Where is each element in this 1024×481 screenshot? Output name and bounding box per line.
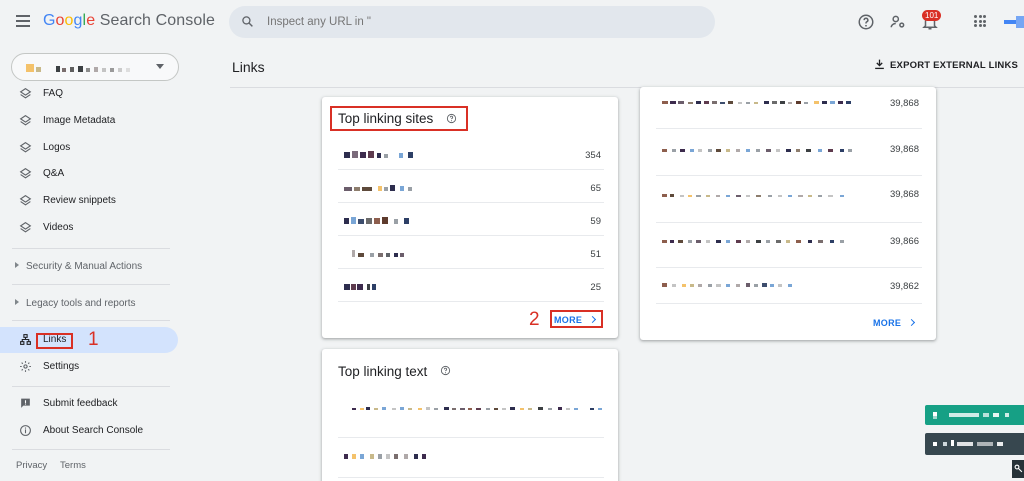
table-row[interactable]: 39,862 [656, 268, 922, 304]
sidebar-item-settings[interactable]: Settings [0, 354, 180, 380]
table-row[interactable]: 65 [338, 170, 604, 203]
table-row[interactable]: 39,868 [656, 129, 922, 176]
sidebar-divider [12, 284, 170, 285]
enhancement-layers-icon [19, 167, 32, 179]
sidebar-item-logos[interactable]: Logos [0, 135, 180, 161]
link-count: 51 [590, 249, 601, 260]
redacted-site [352, 250, 404, 257]
notification-count-badge: 101 [922, 10, 942, 21]
card-title: Top linking text [338, 364, 428, 379]
enhancement-layers-icon [19, 141, 32, 153]
redacted-anchor-text [344, 454, 426, 459]
link-count: 65 [590, 183, 601, 194]
redacted-anchor-text [352, 407, 602, 410]
link-count: 39,862 [889, 281, 919, 292]
help-icon[interactable] [857, 13, 875, 31]
manage-users-icon[interactable] [889, 13, 907, 31]
terms-link[interactable]: Terms [60, 460, 86, 471]
table-row[interactable]: 39,866 [656, 223, 922, 268]
redacted-page-url [662, 283, 792, 287]
table-row[interactable]: 39,868 [656, 87, 922, 129]
top-app-bar: Google Search Console 101 [0, 0, 1024, 46]
annotation-box-more [550, 310, 603, 328]
apps-icon[interactable] [974, 15, 986, 27]
chevron-down-icon [156, 64, 164, 69]
enhancement-layers-icon [19, 221, 32, 233]
sidebar-item-qa[interactable]: Q&A [0, 161, 180, 187]
chevron-right-icon [908, 318, 916, 327]
link-count: 39,866 [889, 236, 919, 247]
link-count: 354 [585, 150, 601, 161]
sidebar-divider [12, 386, 170, 387]
menu-icon[interactable] [16, 15, 30, 27]
top-linking-sites-card: Top linking sites 354 65 59 51 25 MORE 2 [322, 97, 618, 338]
enhancement-layers-icon [19, 114, 32, 126]
sidebar-divider [12, 320, 170, 321]
extension-key-icon[interactable] [1012, 460, 1024, 478]
sidebar-divider [12, 449, 170, 450]
redacted-widget-text [933, 440, 1003, 446]
top-linked-pages-card: 39,868 39,868 39,868 39,866 39,862 MORE [640, 87, 936, 340]
table-row[interactable]: 354 [338, 137, 604, 170]
redacted-site [344, 151, 413, 158]
download-icon [875, 59, 884, 70]
table-row[interactable] [338, 389, 604, 438]
top-linking-text-card: Top linking text [322, 349, 618, 481]
gear-icon [20, 361, 31, 372]
sidebar-item-about[interactable]: About Search Console [0, 418, 180, 444]
redacted-page-url [662, 240, 844, 243]
sidebar-section-security[interactable]: Security & Manual Actions [15, 261, 142, 272]
link-count: 59 [590, 216, 601, 227]
expand-arrow-icon [15, 262, 19, 268]
redacted-page-url [662, 194, 844, 197]
url-inspection-search[interactable] [229, 6, 715, 38]
enhancement-layers-icon [19, 194, 32, 206]
link-count: 25 [590, 282, 601, 293]
link-count: 39,868 [889, 189, 919, 200]
sidebar-item-faq[interactable]: FAQ [0, 81, 180, 107]
sidebar-item-review-snippets[interactable]: Review snippets [0, 188, 180, 214]
redacted-page-url [662, 101, 851, 104]
table-row[interactable]: 59 [338, 203, 604, 236]
extension-widget-green[interactable] [925, 405, 1024, 425]
sidebar-item-videos[interactable]: Videos [0, 215, 180, 241]
property-name-redacted [26, 64, 130, 72]
sidebar-section-legacy-tools[interactable]: Legacy tools and reports [15, 298, 136, 309]
account-avatar[interactable] [1004, 13, 1024, 31]
export-external-links-button[interactable]: EXPORT EXTERNAL LINKS [873, 58, 1018, 71]
link-count: 39,868 [889, 144, 919, 155]
annotation-box-title [330, 106, 468, 131]
key-icon [1014, 464, 1023, 473]
sitemap-icon [20, 334, 31, 345]
more-button[interactable]: MORE [873, 318, 916, 328]
annotation-marker-1: 1 [88, 329, 99, 350]
enhancement-layers-icon [19, 87, 32, 99]
sidebar-item-image-metadata[interactable]: Image Metadata [0, 108, 180, 134]
info-icon [20, 425, 31, 436]
search-console-logo[interactable]: Google Search Console [43, 12, 215, 30]
redacted-page-url [662, 149, 852, 152]
annotation-box-links [36, 333, 73, 349]
extension-widget-dark[interactable] [925, 433, 1024, 455]
property-selector[interactable] [11, 53, 179, 81]
table-row[interactable]: 39,868 [656, 176, 922, 223]
table-row[interactable]: 25 [338, 269, 604, 302]
sidebar-item-submit-feedback[interactable]: Submit feedback [0, 391, 180, 417]
redacted-site [344, 284, 376, 290]
annotation-marker-2: 2 [529, 309, 540, 330]
privacy-link[interactable]: Privacy [16, 460, 47, 471]
expand-arrow-icon [15, 299, 19, 305]
feedback-icon [21, 398, 30, 408]
page-title: Links [232, 59, 265, 75]
help-icon[interactable] [440, 365, 451, 376]
redacted-widget-text [933, 412, 1009, 419]
redacted-site [344, 217, 409, 224]
search-icon [242, 16, 253, 27]
search-input[interactable] [267, 13, 687, 31]
sidebar-divider [12, 248, 170, 249]
redacted-site [344, 185, 412, 191]
table-row[interactable]: 51 [338, 236, 604, 269]
table-row[interactable] [338, 438, 604, 478]
link-count: 39,868 [889, 98, 919, 109]
